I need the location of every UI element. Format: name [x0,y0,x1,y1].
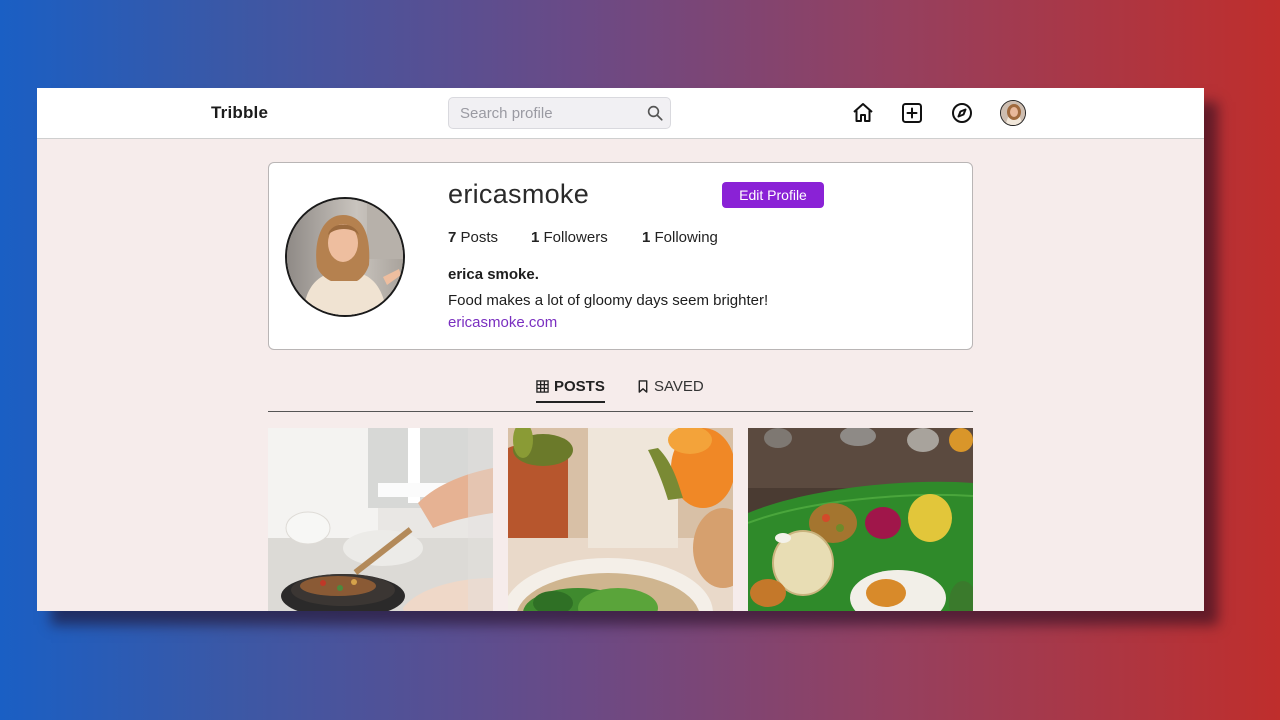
profile-avatar[interactable] [1000,100,1026,126]
post-thumbnail-cooking[interactable] [268,428,493,611]
following-count: 1 [642,229,651,246]
edit-profile-button[interactable]: Edit Profile [722,182,824,208]
following-stat[interactable]: 1 Following [642,229,718,246]
grid-icon [536,380,549,393]
explore-compass-icon[interactable] [950,101,974,125]
top-navbar: Tribble [37,88,1204,139]
profile-photo [285,197,405,317]
bookmark-icon [638,380,648,393]
profile-photo-image [287,199,403,315]
posts-label: Posts [460,229,499,246]
posts-count: 7 [448,229,457,246]
search-icon[interactable] [646,104,664,122]
avatar-image [1001,101,1025,125]
post-image-banana-leaf-meal [748,428,973,611]
post-thumbnail-banana-leaf[interactable] [748,428,973,611]
followers-stat[interactable]: 1 Followers [531,229,608,246]
posts-stat[interactable]: 7 Posts [448,229,498,246]
tab-posts[interactable]: POSTS [536,378,605,403]
tabs-divider [268,411,973,412]
tab-saved[interactable]: SAVED [637,378,704,395]
search-box [448,97,671,129]
brand-logo[interactable]: Tribble [211,103,268,123]
tab-posts-label: POSTS [554,378,605,395]
following-label: Following [654,229,718,246]
profile-card: ericasmoke Edit Profile 7 Posts 1 Follow… [268,162,973,350]
app-window: Tribble Search profile ericasmoke Edit P… [37,88,1204,611]
followers-count: 1 [531,229,540,246]
profile-username: ericasmoke [448,179,590,209]
profile-full-name: erica smoke. [448,266,539,283]
profile-website-link[interactable]: ericasmoke.com [448,314,557,331]
post-image-salad-bowl [508,428,733,611]
tab-saved-label: SAVED [654,378,704,395]
profile-bio: Food makes a lot of gloomy days seem bri… [448,292,769,309]
add-post-icon[interactable] [900,101,924,125]
home-icon[interactable] [851,101,875,125]
followers-label: Followers [543,229,608,246]
post-thumbnail-salad[interactable] [508,428,733,611]
search-input[interactable] [449,98,639,128]
post-image-cooking-in-pan [268,428,493,611]
